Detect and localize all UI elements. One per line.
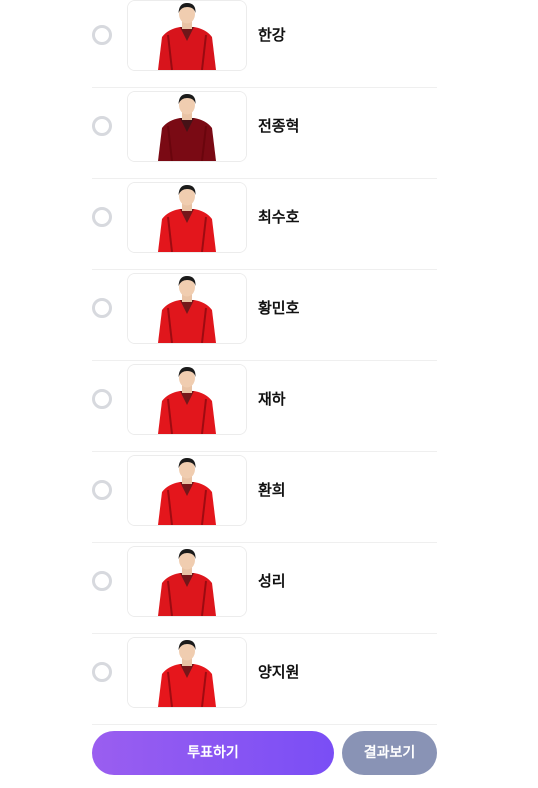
candidate-photo — [128, 547, 246, 616]
candidate-name: 황민호 — [258, 299, 300, 317]
candidate-photo-card[interactable] — [127, 546, 247, 617]
candidate-photo — [128, 92, 246, 161]
candidate-radio[interactable] — [92, 207, 112, 227]
candidate-photo-card[interactable] — [127, 364, 247, 435]
candidate-name: 최수호 — [258, 208, 300, 226]
vote-button[interactable]: 투표하기 — [92, 731, 334, 775]
candidate-name: 환희 — [258, 481, 286, 499]
candidate-row[interactable]: 최수호 — [92, 179, 437, 270]
candidate-row[interactable]: 전종혁 — [92, 88, 437, 179]
candidate-radio[interactable] — [92, 116, 112, 136]
candidate-name: 전종혁 — [258, 117, 300, 135]
candidate-name: 성리 — [258, 572, 286, 590]
candidate-photo-card[interactable] — [127, 0, 247, 71]
candidate-photo-card[interactable] — [127, 91, 247, 162]
candidate-row[interactable]: 성리 — [92, 543, 437, 634]
candidate-radio[interactable] — [92, 389, 112, 409]
candidate-radio[interactable] — [92, 25, 112, 45]
candidate-row[interactable]: 환희 — [92, 452, 437, 543]
candidate-row[interactable]: 한강 — [92, 0, 437, 88]
candidate-radio[interactable] — [92, 480, 112, 500]
candidate-photo-card[interactable] — [127, 455, 247, 526]
candidate-photo — [128, 456, 246, 525]
candidate-name: 재하 — [258, 390, 286, 408]
candidate-photo-card[interactable] — [127, 182, 247, 253]
view-results-button[interactable]: 결과보기 — [342, 731, 437, 775]
candidate-photo-card[interactable] — [127, 273, 247, 344]
candidate-photo — [128, 638, 246, 707]
candidate-radio[interactable] — [92, 571, 112, 591]
vote-candidate-list: 한강전종혁최수호황민호재하환희성리양지원 — [92, 0, 437, 725]
candidate-photo — [128, 365, 246, 434]
candidate-row[interactable]: 황민호 — [92, 270, 437, 361]
candidate-row[interactable]: 양지원 — [92, 634, 437, 725]
candidate-radio[interactable] — [92, 662, 112, 682]
vote-actions: 투표하기 결과보기 — [92, 731, 437, 775]
candidate-photo — [128, 183, 246, 252]
candidate-row[interactable]: 재하 — [92, 361, 437, 452]
candidate-photo-card[interactable] — [127, 637, 247, 708]
candidate-photo — [128, 274, 246, 343]
candidate-name: 양지원 — [258, 663, 300, 681]
candidate-name: 한강 — [258, 26, 286, 44]
candidate-photo — [128, 1, 246, 70]
candidate-radio[interactable] — [92, 298, 112, 318]
